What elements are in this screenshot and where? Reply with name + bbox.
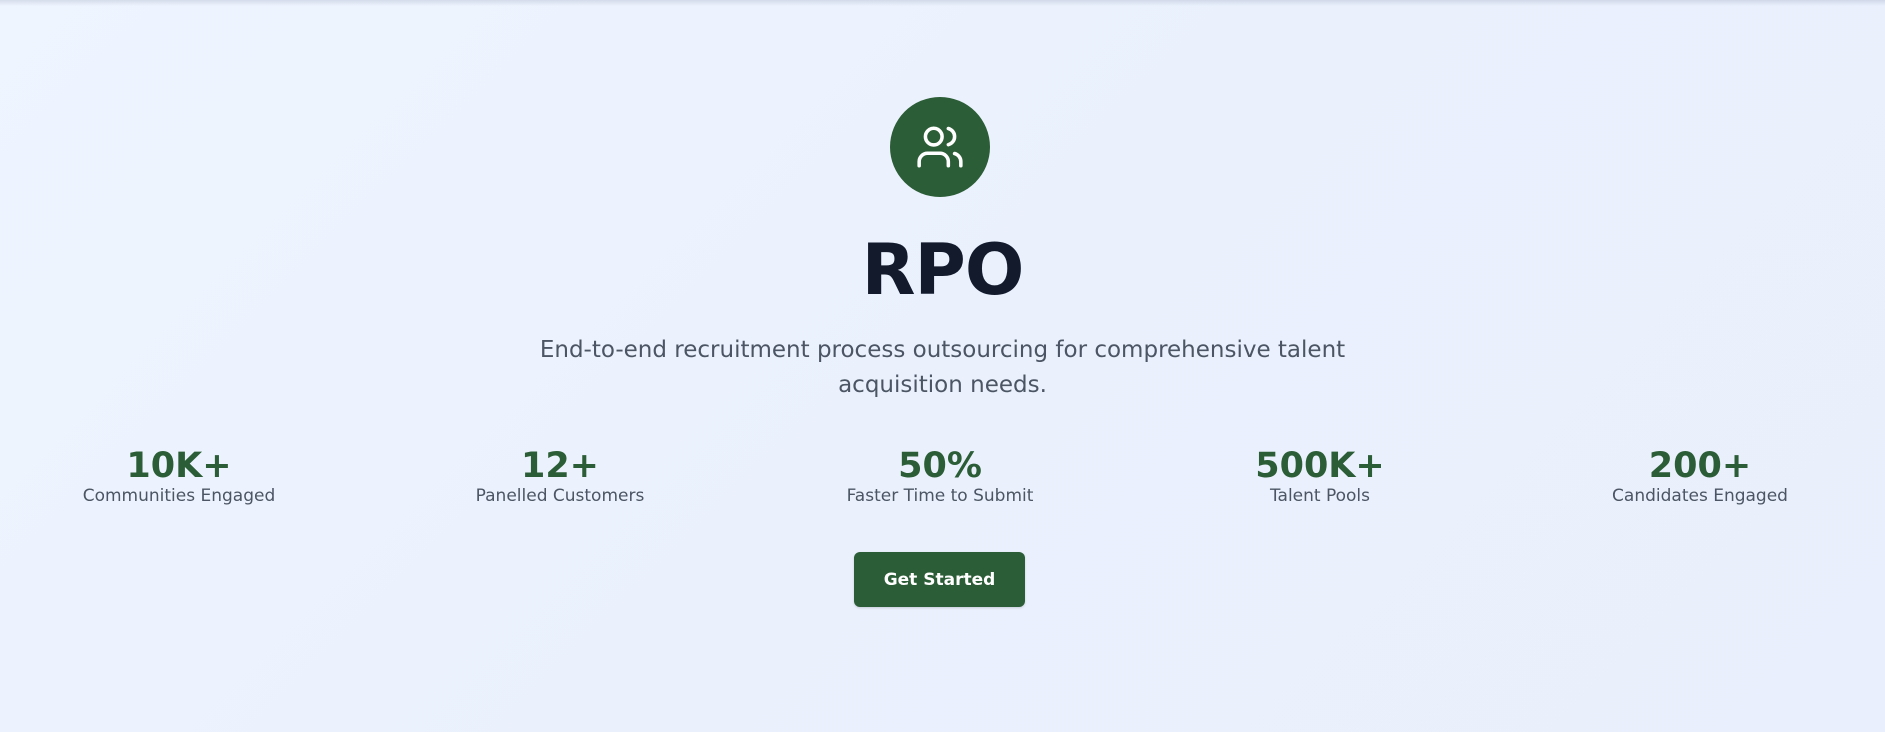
stat-communities-engaged: 10K+ Communities Engaged	[0, 442, 359, 507]
stat-value: 10K+	[126, 446, 232, 486]
stat-label: Panelled Customers	[475, 486, 645, 506]
stat-label: Communities Engaged	[82, 486, 276, 506]
users-icon	[917, 126, 963, 168]
stat-label: Candidates Engaged	[1612, 486, 1788, 506]
page-title: RPO	[861, 229, 1025, 311]
stat-candidates-engaged: 200+ Candidates Engaged	[1520, 442, 1880, 507]
page-subtitle: End-to-end recruitment process outsourci…	[539, 337, 1346, 398]
stat-label: Faster Time to Submit	[846, 486, 1034, 506]
users-icon-badge	[890, 97, 990, 197]
stat-value: 50%	[898, 446, 982, 486]
stat-label: Talent Pools	[1269, 486, 1371, 506]
get-started-button[interactable]: Get Started	[854, 552, 1025, 607]
hero-section: RPO End-to-end recruitment process outso…	[0, 0, 1885, 732]
stat-value: 500K+	[1255, 446, 1385, 486]
stat-value: 200+	[1648, 446, 1752, 486]
stat-panelled-customers: 12+ Panelled Customers	[380, 442, 740, 507]
stat-faster-time-to-submit: 50% Faster Time to Submit	[760, 442, 1120, 507]
stat-value: 12+	[520, 446, 600, 486]
stat-talent-pools: 500K+ Talent Pools	[1140, 442, 1500, 507]
stats-row: 10K+ Communities Engaged 12+ Panelled Cu…	[0, 442, 1885, 516]
